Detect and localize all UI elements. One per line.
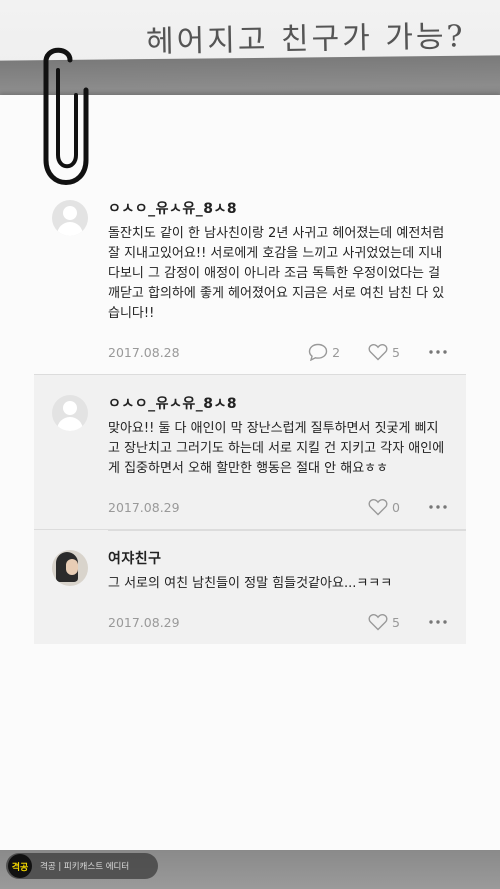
comment-author[interactable]: 여쟈친구 [108, 548, 448, 568]
comment-author[interactable]: ㅇㅅㅇ_유ㅅ유_8ㅅ8 [108, 198, 448, 218]
like-button[interactable]: 5 [368, 343, 400, 361]
reply-count: 2 [332, 344, 341, 360]
ellipsis-icon [429, 505, 447, 509]
like-count: 5 [392, 614, 400, 630]
ellipsis-icon [429, 350, 447, 354]
comment-text: 그 서로의 여친 남친들이 정말 힘들것같아요...ㅋㅋㅋ [108, 576, 393, 591]
like-button[interactable]: 0 [368, 498, 400, 516]
comment-list: ㅇㅅㅇ_유ㅅ유_8ㅅ8 돌잔치도 같이 한 남사친이랑 2년 사귀고 헤어졌는데… [34, 180, 466, 644]
comment-item: ㅇㅅㅇ_유ㅅ유_8ㅅ8 돌잔치도 같이 한 남사친이랑 2년 사귀고 헤어졌는데… [34, 180, 466, 375]
heart-icon [368, 499, 388, 516]
comment-date: 2017.08.28 [108, 344, 180, 360]
avatar[interactable] [52, 395, 88, 431]
logo: 격공 [8, 854, 32, 878]
comment-text: 맞아요!! 둘 다 애인이 막 장난스럽게 질투하면서 짓궂게 삐지고 장난치고… [108, 421, 445, 476]
like-count: 0 [392, 499, 400, 515]
comment-text: 돌잔치도 같이 한 남사친이랑 2년 사귀고 헤어졌는데 예전처럼 잘 지내고있… [108, 226, 445, 321]
more-options-button[interactable] [428, 505, 448, 509]
avatar[interactable] [52, 550, 88, 586]
comment-author[interactable]: ㅇㅅㅇ_유ㅅ유_8ㅅ8 [108, 393, 448, 413]
comment-meta: 2017.08.29 0 [108, 497, 448, 517]
comment-date: 2017.08.29 [108, 499, 180, 515]
reply-divider [108, 530, 466, 531]
watermark-badge: 격공 격공 | 피키캐스트 에디터 [6, 853, 158, 879]
reply-item: 여쟈친구 그 서로의 여친 남친들이 정말 힘들것같아요...ㅋㅋㅋ 2017.… [34, 530, 466, 644]
like-count: 5 [392, 344, 400, 360]
page-title: 헤어지고 친구가 가능? [146, 19, 467, 60]
comment-meta: 2017.08.29 5 [108, 612, 448, 632]
watermark-caption: 격공 | 피키캐스트 에디터 [40, 862, 130, 872]
speech-bubble-icon [308, 343, 328, 361]
like-button[interactable]: 5 [368, 613, 400, 631]
more-options-button[interactable] [428, 350, 448, 354]
reply-button[interactable]: 2 [308, 343, 340, 361]
ellipsis-icon [429, 620, 447, 624]
heart-icon [368, 344, 388, 361]
heart-icon [368, 614, 388, 631]
reply-item: ㅇㅅㅇ_유ㅅ유_8ㅅ8 맞아요!! 둘 다 애인이 막 장난스럽게 질투하면서 … [34, 375, 466, 530]
comment-date: 2017.08.29 [108, 614, 180, 630]
paperclip-icon [43, 47, 89, 185]
avatar[interactable] [52, 200, 88, 236]
comment-meta: 2017.08.28 2 5 [108, 342, 448, 362]
more-options-button[interactable] [428, 620, 448, 624]
